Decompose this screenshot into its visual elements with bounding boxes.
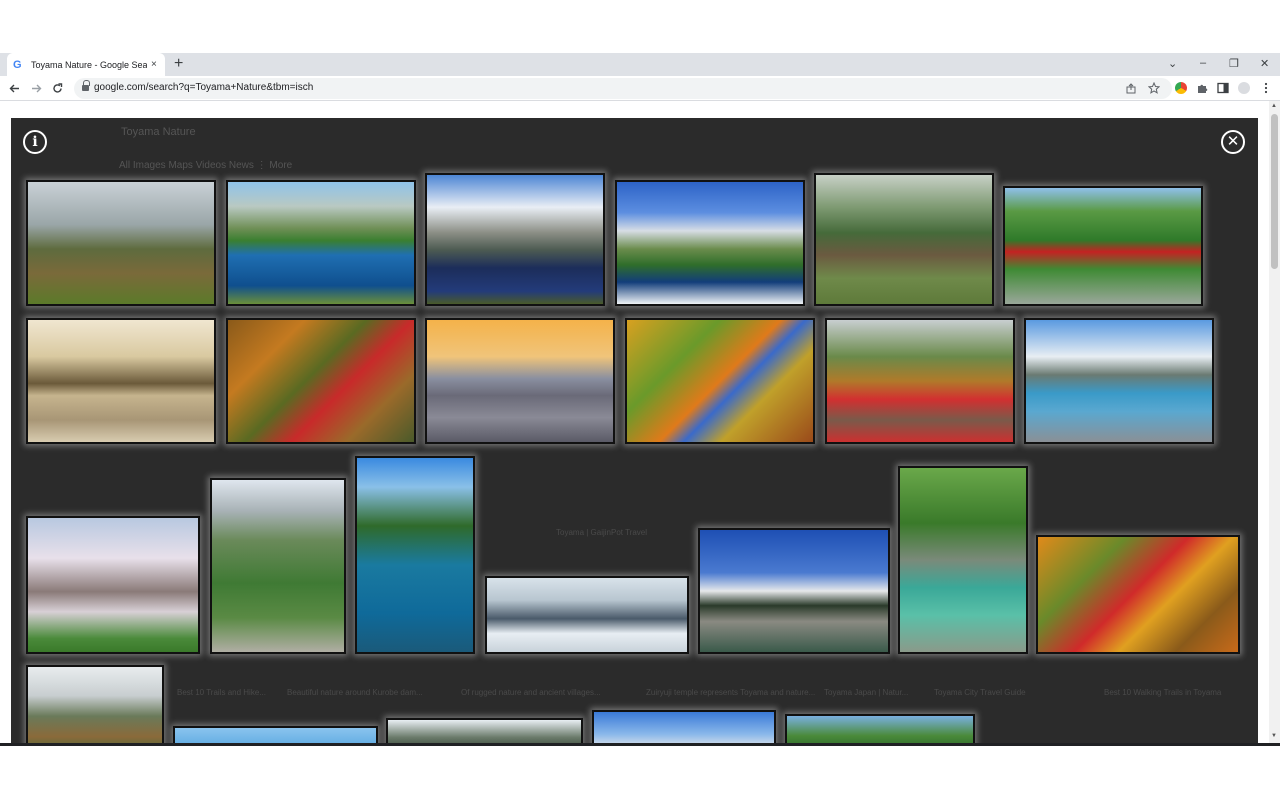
thumb-red-walkway[interactable]: [825, 318, 1015, 444]
image-viewer-overlay: Toyama Nature All Images Maps Videos New…: [11, 118, 1258, 743]
scrollbar-thumb[interactable]: [1271, 114, 1278, 269]
thumb-village-fog[interactable]: [26, 180, 216, 306]
background-search-box: Toyama Nature: [121, 126, 196, 138]
thumb-snow-river[interactable]: [485, 576, 689, 654]
background-search-tabs: All Images Maps Videos News ⋮ More: [119, 160, 293, 171]
thumb-dam-lake[interactable]: [1024, 318, 1214, 444]
background-caption: Zuiryuji temple represents Toyama and na…: [646, 688, 816, 697]
forward-arrow-icon[interactable]: [31, 83, 42, 94]
thumb-bottom-snowy-range[interactable]: [386, 718, 583, 743]
thumb-boat-gorge[interactable]: [355, 456, 475, 654]
close-window-button[interactable]: ✕: [1260, 57, 1269, 70]
maximize-button[interactable]: ❐: [1229, 57, 1239, 70]
url-text[interactable]: google.com/search?q=Toyama+Nature&tbm=is…: [94, 82, 313, 93]
extensions-puzzle-icon[interactable]: [1196, 82, 1208, 94]
thumb-blue-lake[interactable]: [226, 180, 416, 306]
profile-avatar-icon[interactable]: [1238, 82, 1250, 94]
background-caption: Best 10 Trails and Hike...: [177, 688, 266, 697]
page-scrollbar[interactable]: ▲ ▼: [1269, 101, 1280, 743]
thumb-alpine-pond[interactable]: [615, 180, 805, 306]
thumb-emerald-river[interactable]: [898, 466, 1028, 654]
browser-menu-icon[interactable]: [1260, 82, 1272, 94]
tab-search-icon[interactable]: ⌄: [1168, 57, 1177, 70]
scroll-down-arrow-icon[interactable]: ▼: [1271, 733, 1277, 739]
browser-tab[interactable]: G Toyama Nature - Google Sear ×: [7, 53, 165, 76]
new-tab-button[interactable]: +: [174, 56, 183, 72]
minimize-button[interactable]: –: [1200, 57, 1206, 69]
background-caption: Toyama City Travel Guide: [934, 688, 1026, 697]
thumb-misty-peaks[interactable]: [26, 665, 164, 743]
background-caption: Best 10 Walking Trails in Toyama: [1104, 688, 1222, 697]
scroll-up-arrow-icon[interactable]: ▲: [1271, 103, 1277, 109]
tab-strip: G Toyama Nature - Google Sear × + ⌄ – ❐ …: [0, 53, 1280, 76]
close-viewer-icon[interactable]: ✕: [1221, 130, 1245, 154]
screen-top-blank: [0, 0, 1280, 53]
thumb-gassho-village[interactable]: [814, 173, 994, 306]
thumb-red-bridge-gorge[interactable]: [1003, 186, 1203, 306]
thumb-bottom-castle[interactable]: [592, 710, 776, 743]
background-caption: Toyama Japan | Natur...: [824, 688, 909, 697]
thumb-bottom-green-hills[interactable]: [785, 714, 975, 743]
background-caption: Toyama | GaijinPot Travel: [556, 528, 648, 537]
browser-toolbar: google.com/search?q=Toyama+Nature&tbm=is…: [0, 76, 1280, 101]
share-icon[interactable]: [1126, 83, 1137, 94]
background-caption: Beautiful nature around Kurobe dam...: [287, 688, 423, 697]
thumb-sea-rock-sunrise[interactable]: [26, 318, 216, 444]
thumb-green-ridge[interactable]: [210, 478, 346, 654]
thumb-ropeway-autumn[interactable]: [625, 318, 815, 444]
background-caption: Of rugged nature and ancient villages...: [461, 688, 601, 697]
google-favicon-icon: G: [13, 58, 22, 71]
back-arrow-icon[interactable]: [9, 83, 20, 94]
reload-icon[interactable]: [52, 83, 63, 94]
thumb-toyama-castle[interactable]: [698, 528, 890, 654]
thumb-city-sunset-mountains[interactable]: [425, 318, 615, 444]
info-icon[interactable]: i: [23, 130, 47, 154]
page-content: Toyama Nature All Images Maps Videos New…: [0, 101, 1280, 743]
thumb-autumn-train-bridge[interactable]: [1036, 535, 1240, 654]
bookmark-star-icon[interactable]: [1148, 82, 1160, 94]
thumb-bottom-sky[interactable]: [173, 726, 378, 743]
address-bar[interactable]: google.com/search?q=Toyama+Nature&tbm=is…: [74, 78, 1172, 99]
thumb-cherry-blossom[interactable]: [26, 516, 200, 654]
tab-title: Toyama Nature - Google Sear: [31, 59, 147, 70]
thumb-mountain-reflection[interactable]: [425, 173, 605, 306]
side-panel-icon[interactable]: [1217, 82, 1229, 94]
bottom-edge: [0, 743, 1280, 746]
thumb-autumn-red-bridge[interactable]: [226, 318, 416, 444]
extension-color-icon[interactable]: [1175, 82, 1187, 94]
lock-icon[interactable]: [82, 80, 90, 92]
tab-close-icon[interactable]: ×: [151, 59, 157, 70]
